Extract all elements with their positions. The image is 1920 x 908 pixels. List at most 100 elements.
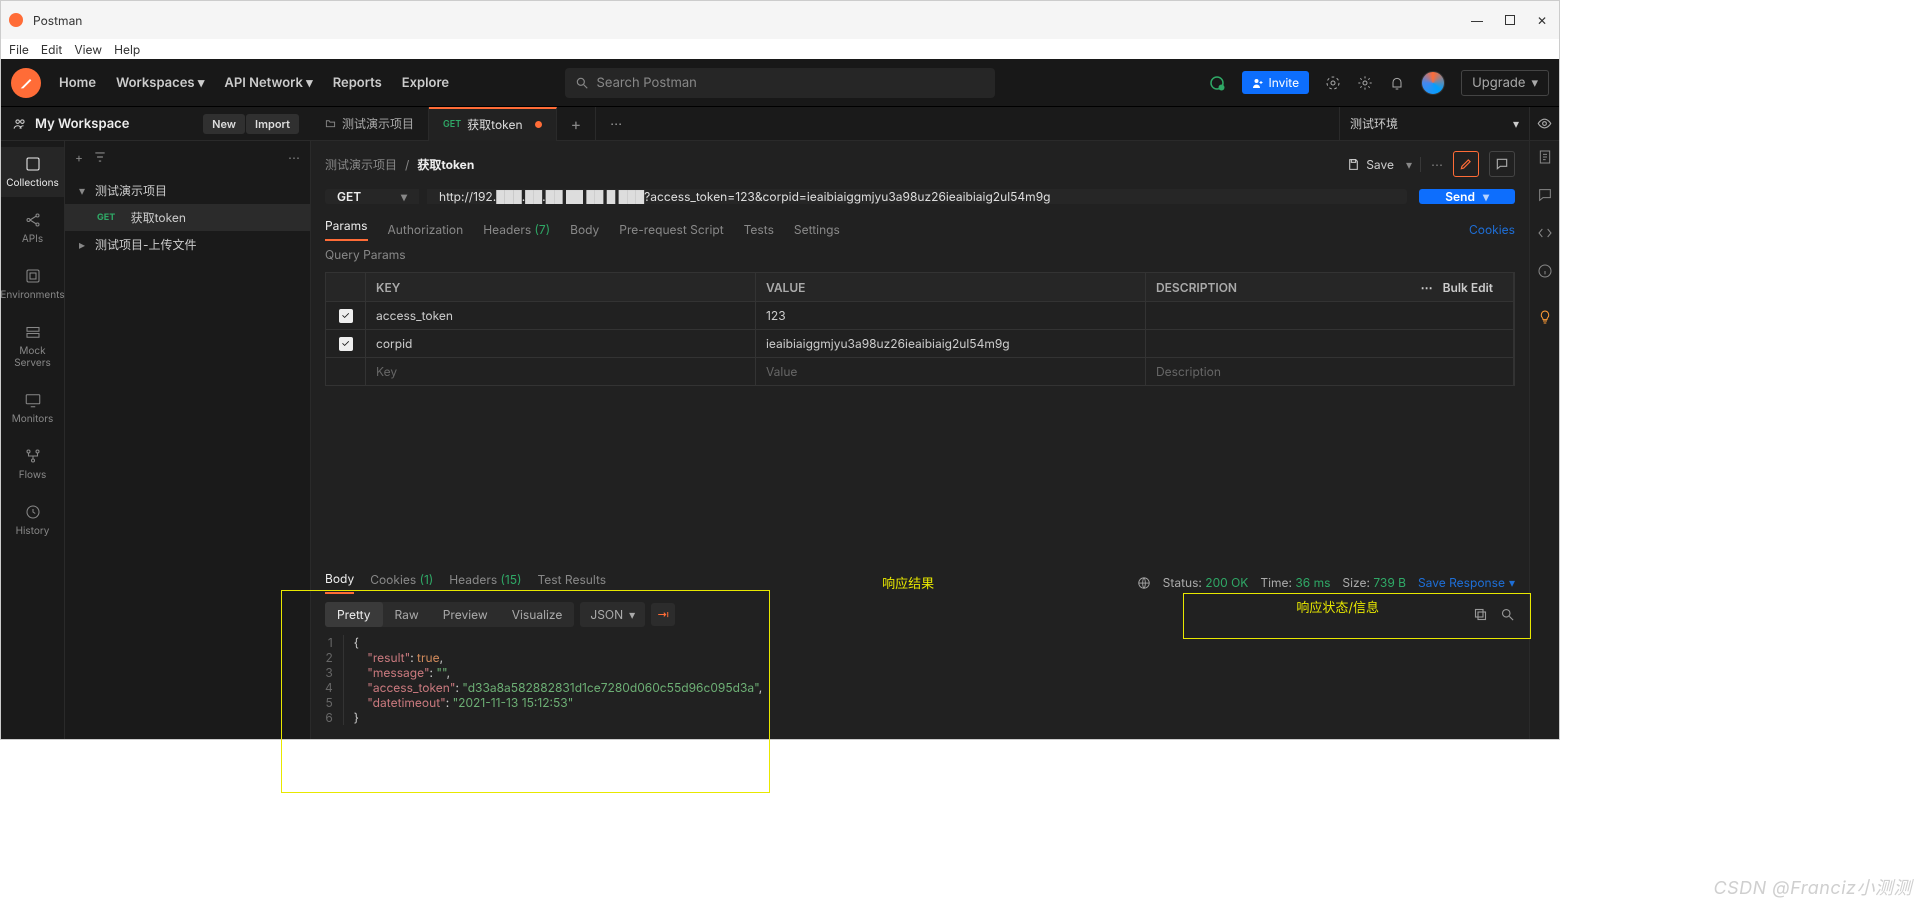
checkbox[interactable]: ✓ <box>339 309 353 323</box>
col-description: DESCRIPTION⋯Bulk Edit <box>1146 273 1514 301</box>
more-icon[interactable]: ⋯ <box>1431 157 1443 172</box>
search-input[interactable]: Search Postman <box>565 68 995 98</box>
left-rail: Collections APIs Environments Mock Serve… <box>1 141 65 739</box>
tree-get-token[interactable]: GET 获取token <box>65 204 310 231</box>
settings-icon[interactable] <box>1357 75 1373 91</box>
tab-body[interactable]: Body <box>570 222 599 237</box>
method-badge: GET <box>443 119 461 130</box>
url-input[interactable] <box>427 189 1407 204</box>
save-icon <box>1347 158 1360 171</box>
invite-button[interactable]: Invite <box>1242 71 1310 94</box>
minimize-button[interactable]: — <box>1471 13 1483 28</box>
menu-edit[interactable]: Edit <box>41 42 62 57</box>
send-button[interactable]: Send▾ <box>1419 189 1515 204</box>
breadcrumb-parent[interactable]: 测试演示项目 <box>325 156 397 173</box>
nav-workspaces[interactable]: Workspaces ▾ <box>116 75 204 91</box>
resp-tab-headers[interactable]: Headers (15) <box>449 572 521 593</box>
sync-icon[interactable] <box>1208 74 1226 92</box>
menu-view[interactable]: View <box>74 42 102 57</box>
nav-home[interactable]: Home <box>59 75 96 91</box>
bulk-edit-link[interactable]: Bulk Edit <box>1443 280 1493 295</box>
nav-explore[interactable]: Explore <box>402 75 449 91</box>
rail-apis[interactable]: APIs <box>1 203 64 253</box>
filter-icon[interactable] <box>93 150 107 164</box>
param-row-new[interactable]: Key Value Description <box>326 357 1514 385</box>
avatar[interactable] <box>1421 71 1445 95</box>
param-row[interactable]: ✓ corpid ieaibiaiggmjyu3a98uz26ieaibiaig… <box>326 329 1514 357</box>
folder-icon <box>325 118 336 129</box>
rail-environments[interactable]: Environments <box>1 259 64 309</box>
globe-icon[interactable] <box>1137 576 1151 590</box>
view-mode-segment: Pretty Raw Preview Visualize <box>325 602 574 627</box>
menu-file[interactable]: File <box>9 42 29 57</box>
menu-help[interactable]: Help <box>114 42 140 57</box>
upgrade-button[interactable]: Upgrade ▾ <box>1461 70 1549 96</box>
param-row[interactable]: ✓ access_token 123 <box>326 301 1514 329</box>
new-tab-button[interactable]: + <box>557 107 597 141</box>
tab-headers[interactable]: Headers (7) <box>483 222 550 237</box>
bell-icon[interactable] <box>1389 75 1405 91</box>
cookies-link[interactable]: Cookies <box>1469 222 1515 237</box>
more-icon[interactable]: ⋯ <box>288 150 300 165</box>
save-button[interactable]: Save▾ <box>1347 157 1421 172</box>
method-select[interactable]: GET▾ <box>325 189 419 204</box>
new-button[interactable]: New <box>203 114 245 134</box>
tab-auth[interactable]: Authorization <box>388 222 464 237</box>
tab-project[interactable]: 测试演示项目 <box>311 107 429 141</box>
chevron-down-icon: ▾ <box>198 75 205 91</box>
close-button[interactable]: ✕ <box>1537 13 1547 28</box>
copy-icon[interactable] <box>1473 607 1488 622</box>
view-visualize[interactable]: Visualize <box>500 602 575 627</box>
tab-options[interactable]: ⋯ <box>596 107 636 141</box>
tab-params[interactable]: Params <box>325 218 368 241</box>
lightbulb-icon[interactable] <box>1537 309 1553 325</box>
add-button[interactable]: + <box>75 150 83 165</box>
rail-monitors[interactable]: Monitors <box>1 383 64 433</box>
rail-history[interactable]: History <box>1 495 64 545</box>
edit-icon[interactable] <box>1453 151 1479 177</box>
view-preview[interactable]: Preview <box>431 602 500 627</box>
resp-tab-body[interactable]: Body <box>325 571 354 594</box>
view-pretty[interactable]: Pretty <box>325 602 383 627</box>
checkbox[interactable]: ✓ <box>339 337 353 351</box>
size-label: Size: 739 B <box>1342 575 1406 590</box>
capture-icon[interactable] <box>1325 75 1341 91</box>
tree-project[interactable]: ▾测试演示项目 <box>65 177 310 204</box>
tab-get-token[interactable]: GET 获取token <box>429 107 557 141</box>
tab-settings[interactable]: Settings <box>794 222 840 237</box>
wrap-toggle[interactable]: ⇥ <box>651 603 675 626</box>
resp-tab-tests[interactable]: Test Results <box>537 572 606 593</box>
maximize-button[interactable] <box>1505 13 1515 28</box>
view-raw[interactable]: Raw <box>383 602 431 627</box>
nav-api-network[interactable]: API Network ▾ <box>224 75 312 91</box>
comment-icon[interactable] <box>1489 151 1515 177</box>
environment-select[interactable]: 测试环境 ▾ <box>1339 107 1529 141</box>
tab-tests[interactable]: Tests <box>744 222 774 237</box>
comments-icon[interactable] <box>1537 187 1553 203</box>
watermark: CSDN @Franciz小测测 <box>1713 874 1912 900</box>
rail-mock-servers[interactable]: Mock Servers <box>1 315 64 377</box>
docs-icon[interactable] <box>1537 149 1553 165</box>
tab-strip: 测试演示项目 GET 获取token + ⋯ 测试环境 ▾ <box>311 107 1559 141</box>
user-plus-icon <box>1252 77 1264 89</box>
response-body[interactable]: 123456 { "result": true, "message": "", … <box>311 635 1529 739</box>
resp-tab-cookies[interactable]: Cookies (1) <box>370 572 433 593</box>
annotation-result: 响应结果 <box>882 573 934 592</box>
code-icon[interactable] <box>1537 225 1553 241</box>
search-placeholder: Search Postman <box>597 75 697 91</box>
nav-reports[interactable]: Reports <box>333 75 382 91</box>
info-icon[interactable] <box>1537 263 1553 279</box>
workspace-name[interactable]: My Workspace <box>35 116 129 132</box>
import-button[interactable]: Import <box>246 114 299 134</box>
rail-flows[interactable]: Flows <box>1 439 64 489</box>
env-quicklook[interactable] <box>1529 107 1559 141</box>
tree-upload[interactable]: ▸测试项目-上传文件 <box>65 231 310 258</box>
format-select[interactable]: JSON▾ <box>580 602 645 627</box>
search-icon[interactable] <box>1500 607 1515 622</box>
rail-collections[interactable]: Collections <box>1 147 64 197</box>
chevron-down-icon: ▾ <box>306 75 313 91</box>
save-response-button[interactable]: Save Response ▾ <box>1418 575 1515 590</box>
postman-logo[interactable] <box>11 68 41 98</box>
tab-prerequest[interactable]: Pre-request Script <box>619 222 723 237</box>
more-icon[interactable]: ⋯ <box>1421 280 1433 295</box>
